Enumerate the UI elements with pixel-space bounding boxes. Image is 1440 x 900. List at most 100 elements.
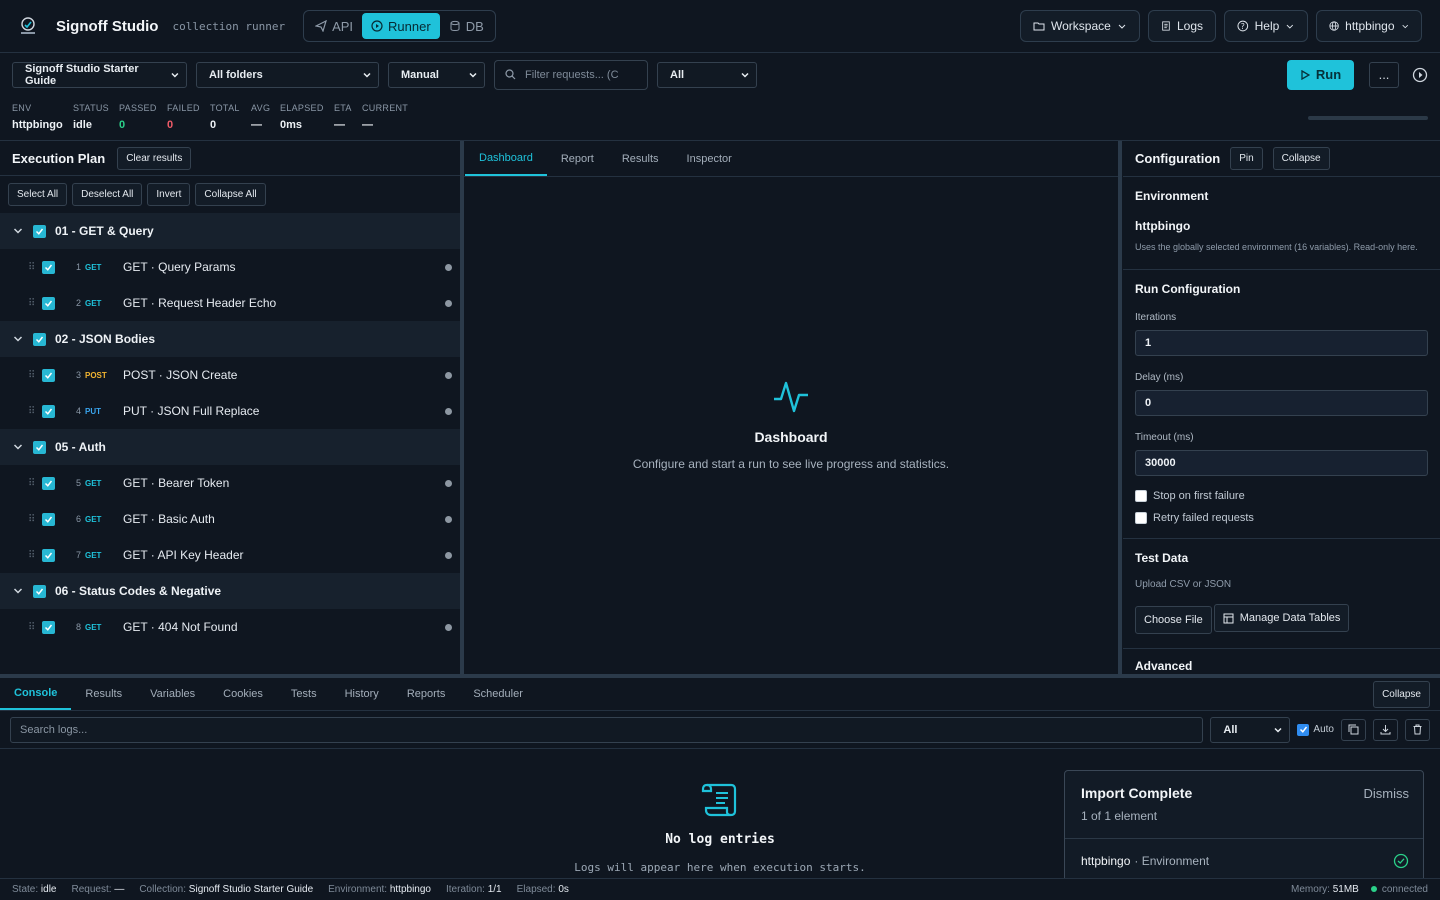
auto-scroll-checkbox[interactable] — [1297, 723, 1310, 736]
logs-button[interactable]: Logs — [1148, 10, 1216, 42]
folder-row[interactable]: 01 - GET & Query — [0, 213, 460, 249]
app-title: Signoff Studio — [56, 17, 159, 35]
iterations-input[interactable]: 1 — [1135, 330, 1428, 356]
method-select-value: All — [670, 68, 685, 81]
collapse-all-button[interactable]: Collapse All — [195, 183, 266, 206]
tab-history[interactable]: History — [331, 678, 393, 710]
configuration-title: Configuration — [1135, 151, 1221, 166]
request-row[interactable]: ⠿ 7 GET GET · API Key Header — [0, 537, 460, 573]
retry-failed-checkbox[interactable] — [1135, 512, 1147, 524]
tab-tests[interactable]: Tests — [277, 678, 331, 710]
request-checkbox[interactable] — [42, 512, 55, 526]
copy-logs-button[interactable] — [1341, 718, 1366, 741]
help-label: Help — [1254, 19, 1280, 33]
dismiss-toast-button[interactable]: Dismiss — [1364, 786, 1410, 801]
chevron-down-icon — [363, 72, 371, 78]
tab-dashboard[interactable]: Dashboard — [465, 141, 547, 176]
folder-checkbox[interactable] — [33, 332, 46, 346]
right-panel-resizer[interactable] — [1118, 141, 1122, 678]
mode-runner-button[interactable]: Runner — [362, 13, 440, 39]
tab-reports[interactable]: Reports — [393, 678, 460, 710]
request-checkbox[interactable] — [42, 620, 55, 634]
stop-on-failure-checkbox[interactable] — [1135, 490, 1147, 502]
folder-select[interactable]: All folders — [196, 61, 379, 88]
request-filter-placeholder: Filter requests... (C — [525, 68, 619, 81]
app-logo[interactable] — [18, 16, 38, 36]
request-row[interactable]: ⠿ 3 POST POST · JSON Create — [0, 357, 460, 393]
invert-selection-button[interactable]: Invert — [147, 183, 191, 206]
clear-logs-button[interactable] — [1405, 718, 1430, 741]
app-subtitle: collection runner — [172, 19, 286, 33]
chevron-down-icon[interactable] — [12, 585, 24, 597]
tab-console[interactable]: Console — [0, 678, 72, 710]
request-row[interactable]: ⠿ 8 GET GET · 404 Not Found — [0, 609, 460, 645]
request-checkbox[interactable] — [42, 404, 55, 418]
request-checkbox[interactable] — [42, 296, 55, 310]
mode-api-button[interactable]: API — [306, 13, 362, 39]
chevron-down-icon[interactable] — [12, 225, 24, 237]
timeout-input[interactable]: 30000 — [1135, 450, 1428, 476]
globe-icon — [1329, 21, 1339, 31]
request-checkbox[interactable] — [42, 260, 55, 274]
help-button[interactable]: ? Help — [1224, 10, 1308, 42]
request-method: GET — [85, 514, 102, 524]
folder-checkbox[interactable] — [33, 440, 46, 454]
collection-select[interactable]: Signoff Studio Starter Guide — [12, 61, 187, 88]
log-search-input[interactable]: Search logs... — [10, 716, 1204, 743]
method-select[interactable]: All — [657, 61, 757, 88]
auto-scroll-toggle[interactable]: Auto — [1297, 723, 1334, 736]
configuration-panel: Configuration Pin Collapse Environment h… — [1123, 141, 1440, 674]
delay-input[interactable]: 0 — [1135, 390, 1428, 416]
workspace-button[interactable]: Workspace — [1020, 10, 1140, 42]
more-options-button[interactable]: ... — [1369, 61, 1399, 88]
advanced-section[interactable]: Advanced — [1123, 649, 1440, 674]
request-checkbox[interactable] — [42, 368, 55, 382]
request-status-dot — [445, 516, 452, 523]
tab-bottom-results[interactable]: Results — [71, 678, 136, 710]
pin-button[interactable]: Pin — [1230, 147, 1263, 170]
tab-results[interactable]: Results — [608, 141, 673, 176]
request-checkbox[interactable] — [42, 548, 55, 562]
log-level-select[interactable]: All — [1210, 716, 1291, 743]
run-button[interactable]: Run — [1287, 59, 1354, 90]
request-filter-input[interactable]: Filter requests... (C — [494, 59, 648, 90]
request-method: GET — [85, 550, 102, 560]
stop-on-failure-option[interactable]: Stop on first failure — [1135, 490, 1428, 502]
collapse-console-button[interactable]: Collapse — [1373, 681, 1430, 708]
request-row[interactable]: ⠿ 6 GET GET · Basic Auth — [0, 501, 460, 537]
request-checkbox[interactable] — [42, 476, 55, 490]
collapse-config-button[interactable]: Collapse — [1272, 147, 1330, 170]
manage-data-tables-button[interactable]: Manage Data Tables — [1213, 604, 1350, 632]
folder-row[interactable]: 06 - Status Codes & Negative — [0, 573, 460, 609]
select-all-button[interactable]: Select All — [8, 183, 68, 206]
request-row[interactable]: ⠿ 1 GET GET · Query Params — [0, 249, 460, 285]
request-method: GET — [85, 478, 102, 488]
delay-label: Delay (ms) — [1135, 372, 1184, 383]
retry-failed-option[interactable]: Retry failed requests — [1135, 512, 1428, 524]
chevron-down-icon — [1274, 727, 1282, 733]
tab-report[interactable]: Report — [547, 141, 608, 176]
request-row[interactable]: ⠿ 2 GET GET · Request Header Echo — [0, 285, 460, 321]
mode-db-button[interactable]: DB — [440, 13, 493, 39]
environment-button[interactable]: httpbingo — [1316, 10, 1422, 42]
folder-checkbox[interactable] — [33, 584, 46, 598]
deselect-all-button[interactable]: Deselect All — [72, 183, 143, 206]
tab-scheduler[interactable]: Scheduler — [459, 678, 537, 710]
folder-row[interactable]: 05 - Auth — [0, 429, 460, 465]
run-mode-select[interactable]: Manual — [388, 61, 485, 88]
clear-results-button[interactable]: Clear results — [117, 146, 192, 170]
choose-file-button[interactable]: Choose File — [1135, 606, 1212, 634]
tab-cookies[interactable]: Cookies — [209, 678, 277, 710]
environment-name: httpbingo — [1135, 219, 1191, 233]
download-logs-button[interactable] — [1373, 718, 1398, 741]
tab-variables[interactable]: Variables — [136, 678, 209, 710]
schedule-icon[interactable] — [1412, 67, 1428, 83]
folder-checkbox[interactable] — [33, 224, 46, 238]
chevron-down-icon[interactable] — [12, 333, 24, 345]
folder-row[interactable]: 02 - JSON Bodies — [0, 321, 460, 357]
request-row[interactable]: ⠿ 4 PUT PUT · JSON Full Replace — [0, 393, 460, 429]
chevron-down-icon[interactable] — [12, 441, 24, 453]
tab-inspector[interactable]: Inspector — [673, 141, 746, 176]
stat-passed: PASSED 0 — [119, 103, 157, 131]
request-row[interactable]: ⠿ 5 GET GET · Bearer Token — [0, 465, 460, 501]
